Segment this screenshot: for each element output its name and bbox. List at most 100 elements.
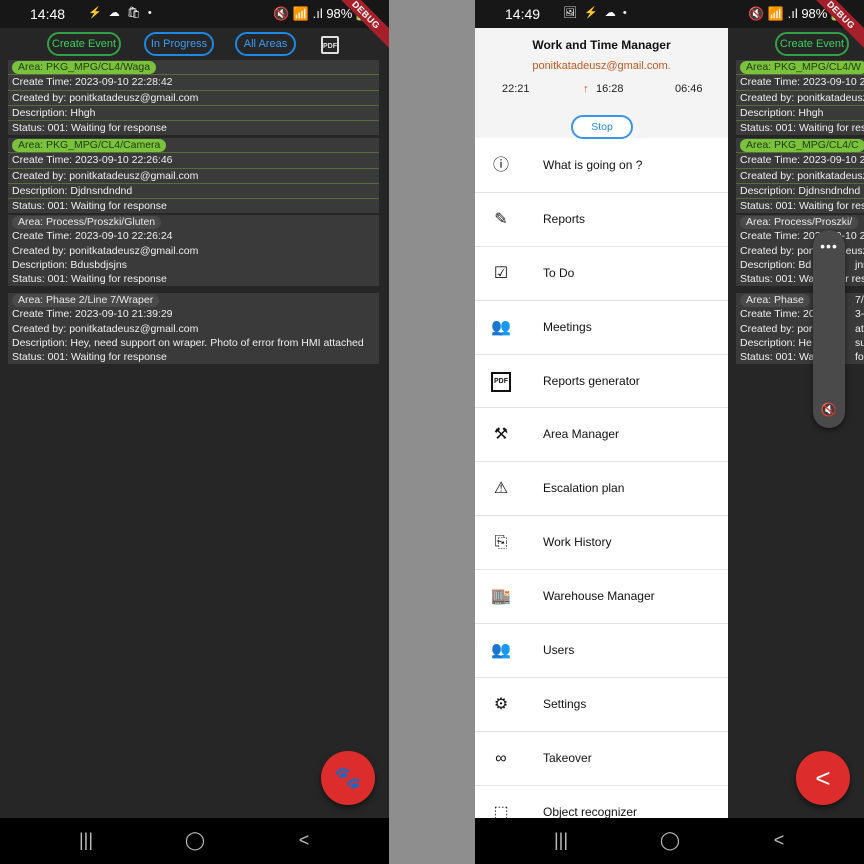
more-options-icon[interactable]: ••• [813, 238, 845, 254]
event-card[interactable]: Area: Process/Proszki/Gluten Create Time… [8, 215, 379, 287]
event-create-time: Create Time: 2023-09-10 22:28:42 [8, 75, 379, 91]
event-description-start: Description: He [740, 336, 812, 349]
event-description: Description: Djdnsndndnd [736, 184, 864, 200]
menu-item-label: Reports [543, 211, 586, 226]
event-area: Area: Process/Proszki/Gluten [12, 216, 162, 229]
home-button[interactable]: ◯ [180, 830, 210, 851]
back-fab-button[interactable]: < [796, 751, 850, 805]
mute-icon[interactable]: 🔇 [813, 402, 845, 418]
back-button[interactable]: < [764, 830, 794, 851]
back-button[interactable]: < [289, 830, 319, 851]
event-status-end: for res [855, 351, 864, 364]
event-area: Area: PKG_MPG/CL4/Waga [12, 61, 157, 74]
right-phone-screen: 14:49 🖼 ⚡ ☁ • 🔇 📶 .ıl 98%🔋 DEBUG Create … [475, 0, 864, 864]
tools-icon: ⚒ [493, 426, 509, 444]
in-progress-filter-button[interactable]: In Progress [144, 32, 214, 56]
history-icon: ⎘ [494, 534, 508, 552]
event-create-time: Create Time: 2023-09-10 2 [736, 153, 864, 169]
edit-icon: ✎ [494, 210, 508, 228]
menu-item-area-manager[interactable]: ⚒ Area Manager [475, 408, 728, 463]
event-area: Area: Phase 2/Line 7/Wraper [12, 294, 160, 307]
menu-item-reports-generator[interactable]: PDF Reports generator [475, 355, 728, 409]
store-icon: 🏬 [491, 588, 511, 606]
event-description: Description: Hhgh [8, 106, 379, 122]
menu-item-takeover[interactable]: ∞ Takeover [475, 732, 728, 786]
event-area: Area: PKG_MPG/CL4/Camera [12, 139, 167, 152]
create-event-button[interactable]: Create Event [47, 32, 121, 56]
event-card[interactable]: Area: Phase 2/Line 7/Wraper Create Time:… [8, 293, 379, 365]
top-actions: Create Event In Progress All Areas PDF [0, 32, 389, 58]
menu-item-object-recognizer[interactable]: ⬚ Object recognizer [475, 786, 728, 818]
menu-item-label: Area Manager [543, 427, 620, 442]
background-event-list: Create Event Area: PKG_MPG/CL4/W Create … [728, 28, 864, 818]
status-bar: 14:48 ⚡ ☁ 🛍 • 🔇 📶 .ıl 98%🔋 DEBUG [0, 0, 389, 52]
all-areas-filter-button[interactable]: All Areas [235, 32, 296, 56]
event-area: Area: PKG_MPG/CL4/C [740, 139, 864, 152]
screen-divider [389, 0, 475, 864]
people-icon: 👥 [491, 318, 511, 336]
event-created-by-start: Created by: por [740, 322, 813, 335]
event-area: Area: Process/Proszki/ [740, 216, 859, 229]
event-area-end: 7/W [855, 294, 864, 306]
image-search-icon: ⬚ [493, 803, 509, 818]
recents-button[interactable]: ||| [546, 830, 576, 851]
menu-item-reports[interactable]: ✎ Reports [475, 193, 728, 247]
drawer-title: Work and Time Manager [532, 38, 671, 52]
event-create-time: Create Time: 2023-09-10 2 [736, 75, 864, 91]
status-time: 14:49 [505, 6, 541, 22]
home-button[interactable]: ◯ [655, 830, 685, 851]
checkbox-icon: ☑ [493, 264, 509, 282]
event-created-by: Created by: ponitkatadeusz@gmail.com [8, 169, 379, 184]
event-description: Description: Djdnsndndnd [8, 184, 379, 200]
menu-item-label: Reports generator [543, 373, 640, 388]
event-description: Description: Bdusbdjsjns [12, 258, 127, 271]
gear-icon: ⚙ [493, 695, 509, 713]
event-card[interactable]: Area: PKG_MPG/CL4/Camera Create Time: 20… [8, 138, 379, 214]
menu-item-label: Work History [543, 535, 612, 550]
notification-icons: 🖼 ⚡ ☁ • [563, 7, 629, 19]
event-status: Status: 001: Waiting for res [740, 122, 864, 135]
event-card[interactable]: Area: PKG_MPG/CL4/Waga Create Time: 2023… [8, 60, 379, 136]
event-created-by: Created by: ponitkatadeusz@gmail.com [12, 322, 199, 335]
event-card[interactable]: Area: PKG_MPG/CL4/C Create Time: 2023-09… [736, 138, 864, 214]
event-description: Description: Hey, need support on wraper… [12, 336, 364, 349]
menu-item-meetings[interactable]: 👥 Meetings [475, 301, 728, 355]
menu-item-label: Warehouse Manager [543, 589, 655, 604]
event-area: Area: PKG_MPG/CL4/W [740, 61, 864, 74]
menu-item-label: Meetings [543, 319, 592, 334]
android-nav-bar: ||| ◯ < [475, 818, 864, 864]
menu-item-users[interactable]: 👥 Users [475, 624, 728, 678]
menu-item-label: Escalation plan [543, 481, 625, 496]
stop-button[interactable]: Stop [571, 115, 633, 139]
menu-item-what-is-going-on[interactable]: ⓘ What is going on ? [475, 139, 728, 193]
event-status: Status: 001: Waiting for response [12, 351, 167, 364]
event-status: Status: 001: Waiting for response [12, 122, 167, 135]
menu-item-warehouse-manager[interactable]: 🏬 Warehouse Manager [475, 570, 728, 625]
create-event-button[interactable]: Create Event [775, 32, 849, 56]
menu-item-work-history[interactable]: ⎘ Work History [475, 516, 728, 571]
drawer-menu: ⓘ What is going on ? ✎ Reports ☑ To Do 👥… [475, 139, 728, 818]
left-phone-screen: 14:48 ⚡ ☁ 🛍 • 🔇 📶 .ıl 98%🔋 DEBUG Create … [0, 0, 389, 864]
shift-end-time: 06:46 [675, 83, 703, 95]
status-time: 14:48 [30, 6, 66, 22]
people-icon: 👥 [491, 642, 511, 660]
notification-icons: ⚡ ☁ 🛍 • [88, 7, 154, 19]
menu-item-escalation-plan[interactable]: ⚠ Escalation plan [475, 462, 728, 517]
event-card[interactable]: Area: PKG_MPG/CL4/W Create Time: 2023-09… [736, 60, 864, 136]
event-area-start: Area: Phase [740, 294, 810, 307]
pdf-icon[interactable]: PDF [321, 36, 339, 54]
recents-button[interactable]: ||| [71, 830, 101, 851]
event-create-time: Create Time: 2023-09-10 22:26:46 [8, 153, 379, 169]
paw-fab-button[interactable]: 🐾 [321, 751, 375, 805]
menu-item-label: To Do [543, 265, 575, 280]
event-created-by: Created by: ponitkatadeusz [736, 91, 864, 106]
event-status: Status: 001: Waiting for res [740, 200, 864, 213]
warning-icon: ⚠ [493, 480, 509, 498]
menu-item-todo[interactable]: ☑ To Do [475, 247, 728, 301]
event-description-end: supp [855, 336, 864, 349]
event-create-time: Create Time: 2023-09-10 21:39:29 [12, 308, 173, 321]
event-status-start: Status: 001: Wa [740, 351, 815, 364]
volume-panel[interactable]: ••• 🔇 [813, 230, 845, 428]
menu-item-settings[interactable]: ⚙ Settings [475, 678, 728, 732]
event-created-by-end: atadeusz [855, 322, 864, 335]
